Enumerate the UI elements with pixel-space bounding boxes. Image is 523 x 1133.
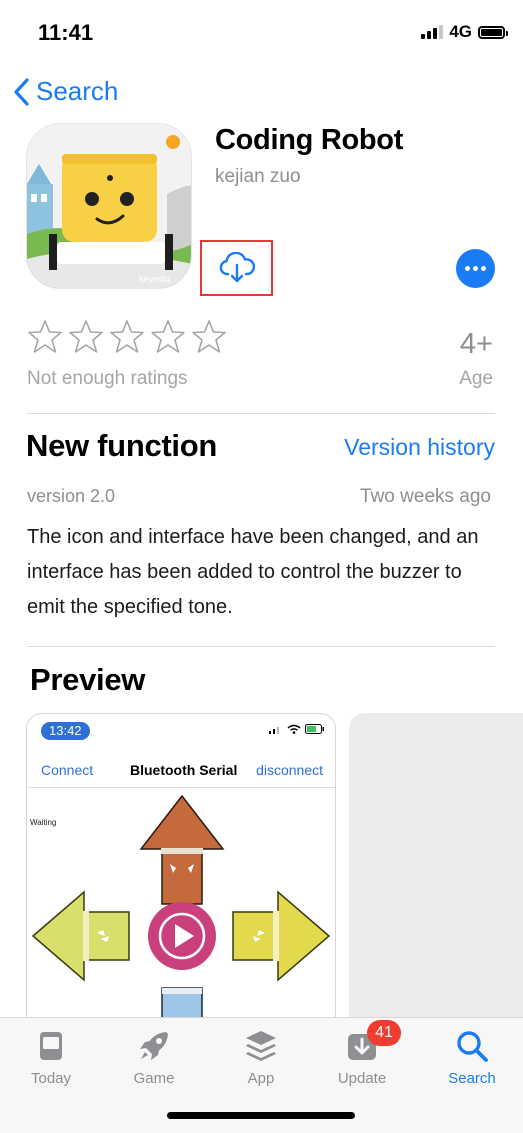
network-type: 4G bbox=[449, 22, 472, 41]
tab-today[interactable]: Today bbox=[6, 1028, 96, 1087]
tab-label: App bbox=[247, 1070, 275, 1087]
tab-label: Game bbox=[133, 1070, 175, 1087]
preview-time: 13:42 bbox=[41, 722, 90, 740]
preview-title-text: Bluetooth Serial bbox=[130, 762, 238, 778]
cellular-signal-icon bbox=[421, 25, 444, 39]
preview-connect: Connect bbox=[41, 762, 94, 778]
home-indicator[interactable] bbox=[167, 1112, 355, 1119]
icon-watermark: keyestu bbox=[139, 274, 170, 284]
star-icon bbox=[151, 320, 185, 353]
age-rating: 4+ bbox=[459, 328, 493, 360]
release-notes: The icon and interface have been changed… bbox=[27, 526, 479, 618]
new-function-title: New function bbox=[26, 428, 217, 463]
right-arrow-icon bbox=[232, 890, 331, 982]
version-history-link[interactable]: Version history bbox=[344, 434, 495, 461]
preview-screenshot-2[interactable] bbox=[349, 713, 523, 1043]
star-icon bbox=[110, 320, 144, 353]
version-date: Two weeks ago bbox=[360, 486, 491, 507]
cloud-download-icon bbox=[219, 252, 255, 283]
tab-game[interactable]: Game bbox=[109, 1028, 199, 1087]
layers-icon bbox=[246, 1031, 276, 1061]
battery-charging-icon bbox=[305, 724, 324, 734]
preview-direction-controls bbox=[31, 794, 331, 1042]
more-options-button[interactable] bbox=[456, 249, 495, 288]
version-number: version 2.0 bbox=[27, 486, 116, 506]
up-arrow-icon bbox=[139, 794, 225, 905]
app-title: Coding Robot bbox=[215, 124, 404, 156]
rating-stars bbox=[26, 318, 228, 356]
preview-disconnect: disconnect bbox=[256, 762, 323, 778]
chevron-left-icon bbox=[14, 77, 29, 106]
back-label: Search bbox=[36, 76, 119, 106]
search-icon bbox=[457, 1031, 488, 1062]
left-arrow-icon bbox=[31, 890, 130, 982]
preview-screenshot-1[interactable]: 13:42 Connect Bluetooth Serial disconnec… bbox=[26, 713, 336, 1043]
today-icon bbox=[40, 1032, 62, 1060]
preview-title: Preview bbox=[30, 662, 146, 697]
tab-update[interactable]: 41 Update bbox=[317, 1020, 407, 1087]
rocket-icon bbox=[140, 1032, 168, 1060]
divider bbox=[27, 413, 495, 414]
status-bar: 11:41 4G bbox=[0, 0, 523, 64]
age-label: Age bbox=[459, 368, 493, 389]
star-icon bbox=[69, 320, 103, 353]
cellular-signal-icon bbox=[269, 727, 279, 734]
preview-status-bar: 13:42 bbox=[27, 714, 335, 750]
robot-artwork: keyestu bbox=[27, 124, 191, 288]
tab-app[interactable]: App bbox=[216, 1028, 306, 1087]
battery-icon bbox=[478, 25, 508, 39]
download-button[interactable] bbox=[200, 240, 273, 296]
tab-label: Update bbox=[337, 1070, 387, 1087]
divider bbox=[27, 646, 495, 647]
update-count-badge: 41 bbox=[367, 1020, 401, 1046]
play-button-icon bbox=[148, 902, 216, 970]
tab-label: Search bbox=[448, 1070, 496, 1087]
star-icon bbox=[28, 320, 62, 353]
tab-label: Today bbox=[30, 1070, 72, 1087]
preview-nav-bar: Connect Bluetooth Serial disconnect bbox=[27, 754, 335, 788]
back-button[interactable]: Search bbox=[12, 76, 118, 107]
app-developer[interactable]: kejian zuo bbox=[215, 166, 301, 188]
ratings-count: Not enough ratings bbox=[27, 368, 188, 389]
app-icon: keyestu bbox=[26, 123, 192, 289]
wifi-icon bbox=[287, 724, 301, 734]
status-time: 11:41 bbox=[38, 20, 94, 45]
status-indicators: 4G bbox=[421, 22, 508, 42]
tab-search[interactable]: Search bbox=[427, 1028, 517, 1087]
ellipsis-icon bbox=[465, 266, 470, 271]
star-icon bbox=[192, 320, 226, 353]
preview-status-icons bbox=[269, 724, 325, 734]
